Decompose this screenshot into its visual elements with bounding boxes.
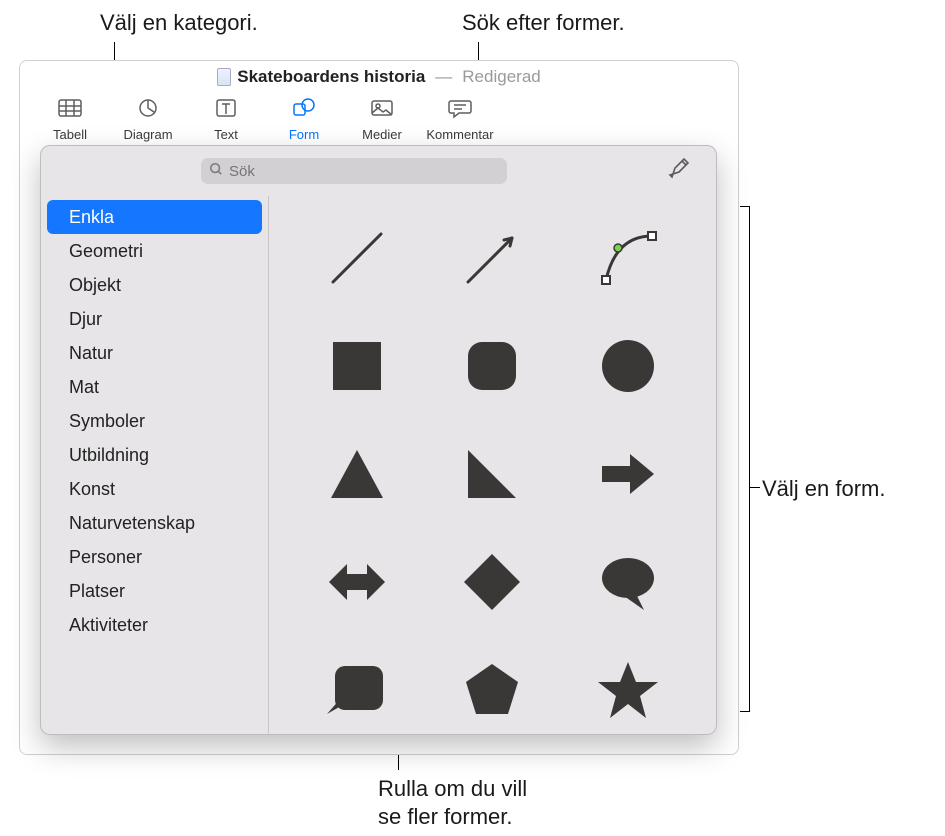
callout-scroll-more: Rulla om du vill se fler former. <box>378 775 527 830</box>
shape-grid <box>269 196 716 734</box>
category-list: Enkla Geometri Objekt Djur Natur Mat Sym… <box>41 196 269 734</box>
shape-curve[interactable] <box>560 204 696 312</box>
shape-pentagon[interactable] <box>425 636 561 734</box>
shape-arrow-line[interactable] <box>425 204 561 312</box>
tool-label: Text <box>214 127 238 142</box>
edited-label: Redigerad <box>462 67 540 87</box>
shape-triangle[interactable] <box>289 420 425 528</box>
category-item-konst[interactable]: Konst <box>47 472 262 506</box>
shape-rounded-square[interactable] <box>425 312 561 420</box>
text-icon <box>213 97 239 124</box>
category-item-utbildning[interactable]: Utbildning <box>47 438 262 472</box>
toolbar: Tabell Diagram Text Form Medier <box>20 93 738 153</box>
table-icon <box>57 97 83 124</box>
shape-star[interactable] <box>560 636 696 734</box>
callout-search-shapes: Sök efter former. <box>462 9 625 37</box>
tool-label: Medier <box>362 127 402 142</box>
callout-choose-category: Välj en kategori. <box>100 9 258 37</box>
category-item-symboler[interactable]: Symboler <box>47 404 262 438</box>
category-item-djur[interactable]: Djur <box>47 302 262 336</box>
document-icon <box>217 68 231 86</box>
shape-diamond[interactable] <box>425 528 561 636</box>
tool-label: Tabell <box>53 127 87 142</box>
search-row <box>41 146 716 196</box>
draw-shape-button[interactable] <box>664 157 696 185</box>
shape-button[interactable]: Form <box>266 93 342 145</box>
shape-right-triangle[interactable] <box>425 420 561 528</box>
shape-callout-box[interactable] <box>289 636 425 734</box>
category-item-geometri[interactable]: Geometri <box>47 234 262 268</box>
tool-label: Diagram <box>123 127 172 142</box>
tool-label: Kommentar <box>426 127 493 142</box>
search-input[interactable] <box>229 163 499 180</box>
table-button[interactable]: Tabell <box>32 93 108 145</box>
titlebar: Skateboardens historia — Redigerad <box>20 61 738 93</box>
document-title: Skateboardens historia <box>237 67 425 87</box>
search-field[interactable] <box>201 158 507 184</box>
category-item-natur[interactable]: Natur <box>47 336 262 370</box>
category-item-objekt[interactable]: Objekt <box>47 268 262 302</box>
shape-icon <box>291 97 317 124</box>
shape-speech-bubble[interactable] <box>560 528 696 636</box>
shapes-popover: Enkla Geometri Objekt Djur Natur Mat Sym… <box>40 145 717 735</box>
title-separator: — <box>435 67 452 87</box>
bracket <box>740 206 750 712</box>
shape-circle[interactable] <box>560 312 696 420</box>
search-icon <box>209 162 223 181</box>
shape-double-arrow[interactable] <box>289 528 425 636</box>
category-item-naturvetenskap[interactable]: Naturvetenskap <box>47 506 262 540</box>
shape-line[interactable] <box>289 204 425 312</box>
pen-icon <box>668 157 692 186</box>
shape-arrow-right[interactable] <box>560 420 696 528</box>
category-item-aktiviteter[interactable]: Aktiviteter <box>47 608 262 642</box>
chart-button[interactable]: Diagram <box>110 93 186 145</box>
chart-icon <box>135 97 161 124</box>
tool-label: Form <box>289 127 319 142</box>
comment-button[interactable]: Kommentar <box>422 93 498 145</box>
category-item-enkla[interactable]: Enkla <box>47 200 262 234</box>
media-button[interactable]: Medier <box>344 93 420 145</box>
text-button[interactable]: Text <box>188 93 264 145</box>
category-item-platser[interactable]: Platser <box>47 574 262 608</box>
shape-square[interactable] <box>289 312 425 420</box>
comment-icon <box>447 97 473 124</box>
callout-choose-shape: Välj en form. <box>762 475 886 503</box>
media-icon <box>369 97 395 124</box>
callout-line <box>750 487 760 488</box>
category-item-mat[interactable]: Mat <box>47 370 262 404</box>
category-item-personer[interactable]: Personer <box>47 540 262 574</box>
